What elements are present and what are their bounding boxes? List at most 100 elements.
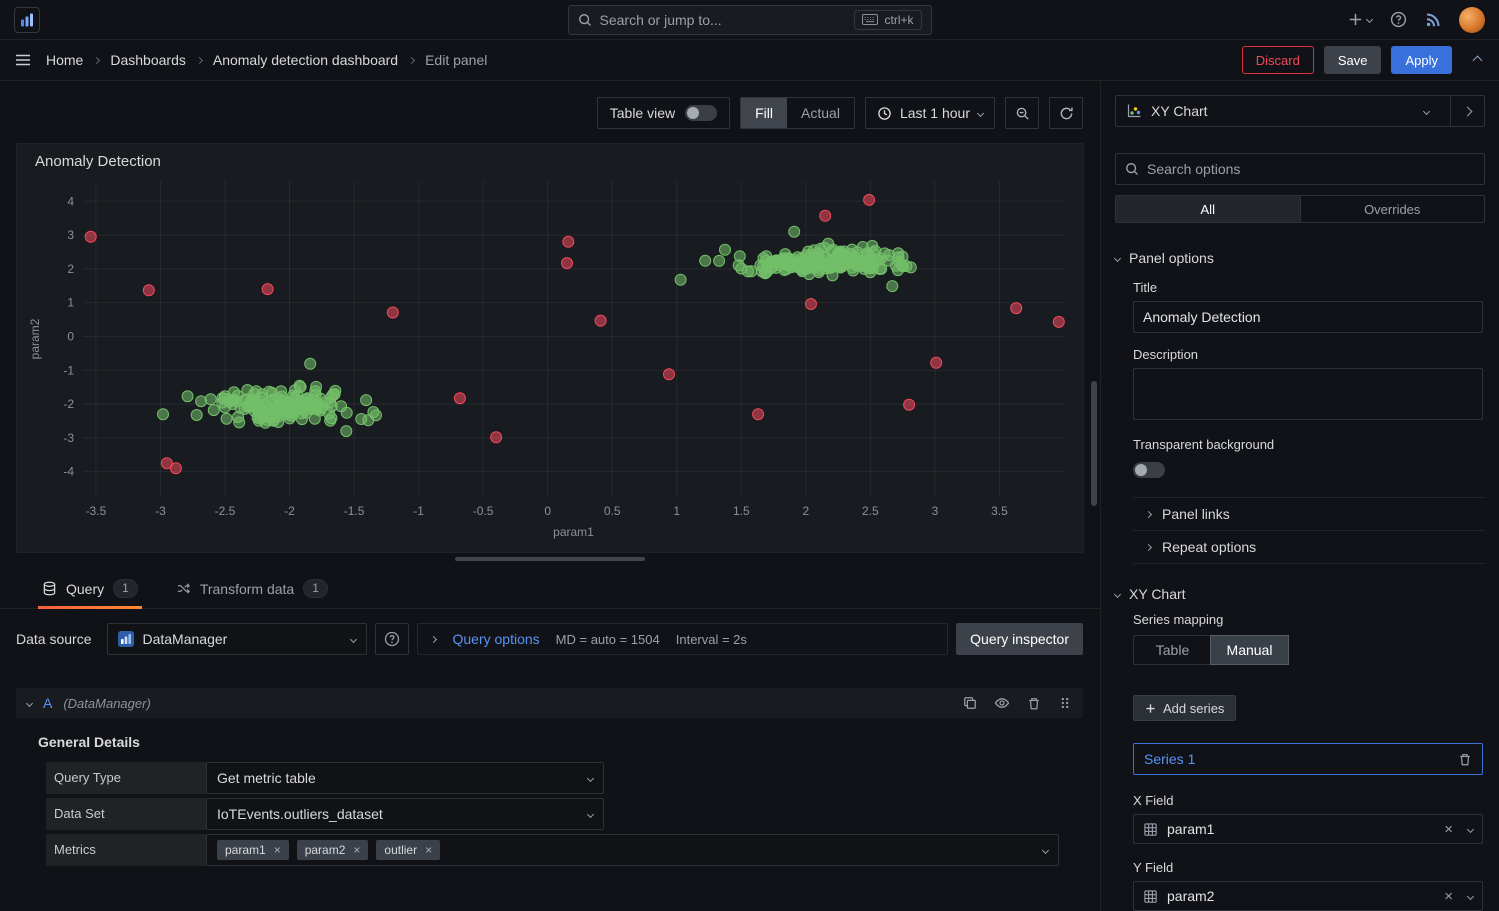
remove-metric-icon[interactable]: × bbox=[274, 843, 281, 857]
transparent-background-toggle[interactable] bbox=[1133, 462, 1165, 478]
mapping-table-option[interactable]: Table bbox=[1134, 636, 1211, 664]
tab-all[interactable]: All bbox=[1116, 196, 1301, 222]
breadcrumb-bar: Home Dashboards Anomaly detection dashbo… bbox=[0, 40, 1499, 81]
xy-chart-section-header[interactable]: XY Chart bbox=[1115, 586, 1485, 602]
clear-y-field-icon[interactable]: × bbox=[1444, 888, 1453, 905]
fill-option[interactable]: Fill bbox=[741, 98, 787, 128]
panel-resize-handle[interactable] bbox=[455, 557, 645, 561]
menu-toggle-button[interactable] bbox=[14, 51, 32, 69]
table-view-toggle[interactable] bbox=[685, 105, 717, 121]
disable-query-eye-icon[interactable] bbox=[994, 695, 1010, 711]
series-1-label: Series 1 bbox=[1144, 751, 1195, 767]
chevron-right-icon bbox=[1145, 543, 1152, 550]
hamburger-icon bbox=[14, 51, 32, 69]
duplicate-query-icon[interactable] bbox=[963, 696, 977, 710]
search-icon bbox=[1125, 162, 1139, 176]
data-set-select[interactable]: IoTEvents.outliers_dataset bbox=[206, 798, 604, 830]
metrics-multiselect[interactable]: param1× param2× outlier× bbox=[206, 834, 1059, 866]
series-1-item[interactable]: Series 1 bbox=[1133, 743, 1483, 775]
breadcrumb-dashboards[interactable]: Dashboards bbox=[110, 52, 186, 68]
query-inspector-button[interactable]: Query inspector bbox=[956, 623, 1083, 655]
svg-text:3.5: 3.5 bbox=[991, 504, 1008, 518]
panel-title[interactable]: Anomaly Detection bbox=[25, 150, 1075, 175]
query-type-label: Query Type bbox=[46, 762, 206, 794]
description-textarea[interactable] bbox=[1133, 368, 1483, 420]
query-row-header[interactable]: A (DataManager) bbox=[16, 688, 1083, 718]
breadcrumb-home[interactable]: Home bbox=[46, 52, 83, 68]
svg-text:-4: -4 bbox=[63, 465, 74, 479]
panel-options-section-label: Panel options bbox=[1129, 250, 1214, 266]
top-nav: ctrl+k bbox=[0, 0, 1499, 40]
delete-query-trash-icon[interactable] bbox=[1027, 696, 1041, 711]
time-range-picker[interactable]: Last 1 hour bbox=[865, 97, 995, 129]
datasource-help-button[interactable] bbox=[375, 623, 409, 655]
query-toolbar: Data source DataManager Query options MD… bbox=[16, 623, 1083, 655]
clear-x-field-icon[interactable]: × bbox=[1444, 821, 1453, 838]
y-field-select[interactable]: param2 × bbox=[1133, 881, 1483, 911]
mapping-manual-option[interactable]: Manual bbox=[1211, 636, 1288, 664]
plus-icon bbox=[1145, 703, 1156, 714]
toggle-options-pane-button[interactable] bbox=[1450, 96, 1484, 126]
series-mapping-label: Series mapping bbox=[1133, 612, 1483, 627]
query-options-link[interactable]: Query options bbox=[452, 631, 539, 647]
x-field-label: X Field bbox=[1133, 793, 1483, 808]
interval-info: Interval = 2s bbox=[676, 632, 747, 647]
refresh-button[interactable] bbox=[1049, 97, 1083, 129]
svg-text:param2: param2 bbox=[28, 318, 42, 359]
tab-overrides[interactable]: Overrides bbox=[1301, 196, 1485, 222]
svg-text:-3.5: -3.5 bbox=[86, 504, 107, 518]
new-menu-button[interactable] bbox=[1348, 12, 1372, 27]
remove-metric-icon[interactable]: × bbox=[353, 843, 360, 857]
table-view-control: Table view bbox=[597, 97, 730, 129]
datasource-picker[interactable]: DataManager bbox=[107, 623, 367, 655]
tab-transform-data[interactable]: Transform data 1 bbox=[172, 569, 332, 608]
add-series-button[interactable]: Add series bbox=[1133, 695, 1236, 721]
svg-text:0: 0 bbox=[67, 329, 74, 343]
scatter-chart[interactable]: -4-3-2-101234-3.5-3-2.5-2-1.5-1-0.500.51… bbox=[25, 175, 1074, 541]
query-editor-body: General Details Query Type Get metric ta… bbox=[38, 734, 1100, 911]
repeat-options-section[interactable]: Repeat options bbox=[1133, 530, 1485, 563]
tab-query[interactable]: Query 1 bbox=[38, 569, 142, 608]
editor-tabs: Query 1 Transform data 1 bbox=[0, 569, 1100, 609]
breadcrumb-dashboard-name[interactable]: Anomaly detection dashboard bbox=[213, 52, 398, 68]
chevron-right-icon bbox=[1145, 510, 1152, 517]
chevron-down-icon bbox=[350, 635, 357, 642]
collapse-query-icon[interactable] bbox=[26, 699, 33, 706]
actual-option[interactable]: Actual bbox=[787, 98, 854, 128]
chevron-right-icon bbox=[430, 635, 437, 642]
chevron-right-icon bbox=[93, 56, 100, 63]
options-search-input[interactable] bbox=[1147, 161, 1475, 177]
help-button[interactable] bbox=[1390, 11, 1407, 28]
svg-text:4: 4 bbox=[67, 194, 74, 208]
user-avatar[interactable] bbox=[1459, 7, 1485, 33]
zoom-out-button[interactable] bbox=[1005, 97, 1039, 129]
metrics-row: Metrics param1× param2× outlier× bbox=[46, 834, 1100, 866]
query-ref-id: A bbox=[43, 695, 52, 711]
y-field-value: param2 bbox=[1167, 888, 1214, 904]
chevron-right-icon bbox=[1463, 106, 1473, 116]
metric-tag-label: outlier bbox=[384, 843, 417, 857]
news-button[interactable] bbox=[1425, 12, 1441, 28]
x-field-select[interactable]: param1 × bbox=[1133, 814, 1483, 844]
refresh-icon bbox=[1059, 106, 1074, 121]
delete-series-trash-icon[interactable] bbox=[1458, 752, 1472, 767]
apply-button[interactable]: Apply bbox=[1391, 46, 1452, 74]
table-grid-icon bbox=[1143, 889, 1158, 904]
drag-query-grip-icon[interactable] bbox=[1058, 696, 1072, 710]
visualization-picker[interactable]: XY Chart bbox=[1115, 95, 1485, 127]
question-circle-icon bbox=[384, 631, 400, 647]
grafana-logo[interactable] bbox=[14, 7, 40, 33]
panel-title-input[interactable] bbox=[1133, 301, 1483, 333]
metric-tag: outlier × bbox=[376, 840, 440, 860]
remove-metric-icon[interactable]: × bbox=[425, 843, 432, 857]
query-type-select[interactable]: Get metric table bbox=[206, 762, 604, 794]
query-type-row: Query Type Get metric table bbox=[46, 762, 1100, 794]
save-button[interactable]: Save bbox=[1324, 46, 1382, 74]
discard-button[interactable]: Discard bbox=[1242, 46, 1314, 74]
global-search-input[interactable] bbox=[600, 12, 847, 28]
data-set-label: Data Set bbox=[46, 798, 206, 830]
collapse-header-button[interactable] bbox=[1470, 53, 1485, 68]
main-scrollbar-thumb[interactable] bbox=[1091, 381, 1097, 506]
panel-links-section[interactable]: Panel links bbox=[1133, 497, 1485, 530]
panel-options-section-header[interactable]: Panel options bbox=[1115, 250, 1485, 266]
